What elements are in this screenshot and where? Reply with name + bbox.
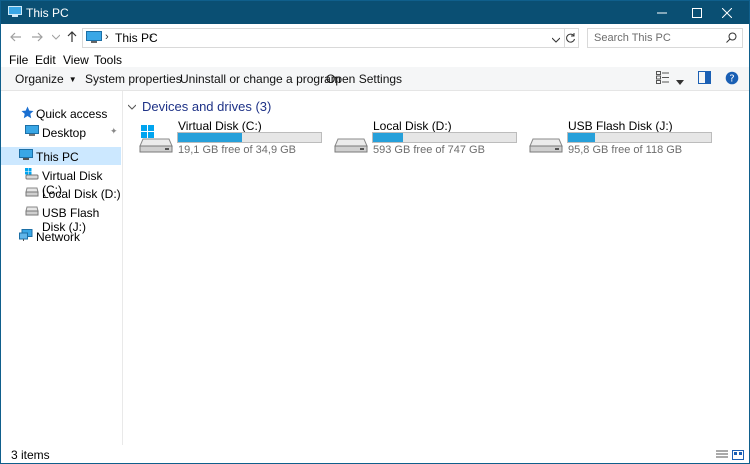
close-button[interactable] — [704, 1, 749, 24]
sidebar-item-network[interactable]: Network — [1, 227, 121, 245]
this-pc-icon — [86, 31, 102, 47]
sidebar-item-desktop[interactable]: Desktop ✦ — [1, 123, 121, 141]
sidebar-item-label: Desktop — [42, 126, 87, 140]
large-icons-view-icon[interactable] — [732, 449, 744, 463]
menu-file[interactable]: File — [9, 53, 28, 67]
window-title: This PC — [26, 6, 69, 20]
breadcrumb-separator-icon[interactable]: › — [105, 31, 109, 43]
svg-text:?: ? — [729, 74, 734, 85]
back-button[interactable] — [8, 29, 24, 45]
navigation-pane: Quick access Desktop ✦ This PC Virtual D… — [1, 91, 123, 445]
item-count: 3 items — [11, 448, 50, 462]
organize-button[interactable]: Organize ▼ — [15, 72, 77, 86]
drive-usage-bar — [567, 132, 712, 143]
search-placeholder: Search This PC — [594, 32, 671, 44]
drive-usage-fill — [373, 133, 404, 142]
caret-down-icon: ▼ — [68, 75, 77, 85]
menu-bar: File Edit View Tools — [1, 51, 749, 67]
forward-button[interactable] — [29, 29, 45, 45]
drive-free-space: 593 GB free of 747 GB — [373, 144, 485, 156]
view-dropdown-icon[interactable] — [676, 75, 684, 89]
title-bar[interactable]: This PC — [1, 1, 749, 24]
change-view-icon[interactable] — [656, 71, 670, 87]
drive-tile-local-disk[interactable]: Local Disk (D:) 593 GB free of 747 GB — [330, 119, 520, 156]
sidebar-item-quick-access[interactable]: Quick access — [1, 104, 121, 122]
drive-tile-virtual-disk[interactable]: Virtual Disk (C:) 19,1 GB free of 34,9 G… — [135, 119, 325, 156]
drive-icon — [25, 186, 39, 200]
sidebar-item-usb-flash-disk[interactable]: USB Flash Disk (J:) — [1, 203, 121, 234]
drive-usage-bar — [372, 132, 517, 143]
sidebar-item-label: This PC — [36, 150, 79, 164]
pin-icon[interactable]: ✦ — [110, 126, 118, 137]
breadcrumb-separator-icon[interactable]: › — [149, 31, 153, 43]
network-icon — [19, 229, 33, 244]
refresh-button[interactable] — [564, 28, 579, 48]
drive-free-space: 95,8 GB free of 118 GB — [568, 144, 683, 156]
explorer-window: This PC › This PC › Search This PC File … — [0, 0, 750, 464]
address-row: › This PC › Search This PC — [1, 25, 749, 51]
menu-view[interactable]: View — [63, 53, 89, 67]
open-settings-button[interactable]: Open Settings — [326, 72, 402, 86]
drive-icon — [529, 125, 563, 156]
this-pc-icon — [8, 6, 22, 21]
drive-tile-usb-flash-disk[interactable]: USB Flash Disk (J:) 95,8 GB free of 118 … — [525, 119, 715, 156]
sidebar-item-virtual-disk[interactable]: Virtual Disk (C:) — [1, 166, 121, 197]
chevron-down-icon[interactable] — [127, 102, 137, 112]
windows-drive-icon — [139, 125, 173, 156]
system-properties-button[interactable]: System properties — [85, 72, 182, 86]
drive-name: Local Disk (D:) — [373, 119, 452, 133]
star-icon — [21, 106, 34, 122]
windows-drive-icon — [25, 168, 39, 183]
sidebar-item-label: Quick access — [36, 107, 108, 121]
drive-icon — [25, 205, 39, 219]
sidebar-item-local-disk[interactable]: Local Disk (D:) — [1, 184, 121, 202]
command-bar: Organize ▼ System properties Uninstall or… — [1, 67, 749, 91]
drive-name: Virtual Disk (C:) — [178, 119, 262, 133]
menu-edit[interactable]: Edit — [35, 53, 56, 67]
help-icon[interactable]: ? — [725, 71, 739, 88]
preview-pane-icon[interactable] — [698, 71, 711, 87]
desktop-icon — [25, 125, 39, 140]
sidebar-item-label: Local Disk (D:) — [42, 187, 121, 201]
drive-usage-fill — [178, 133, 243, 142]
address-dropdown-icon[interactable] — [551, 32, 561, 46]
organize-label: Organize — [15, 72, 64, 86]
group-header[interactable]: Devices and drives (3) — [127, 99, 272, 114]
address-bar[interactable]: › This PC › — [82, 28, 565, 48]
content-area: Devices and drives (3) Virtual Disk (C:)… — [123, 91, 749, 445]
status-bar: 3 items — [1, 446, 749, 463]
search-box[interactable]: Search This PC — [587, 28, 743, 48]
up-button[interactable] — [64, 29, 80, 45]
drive-usage-fill — [568, 133, 596, 142]
drive-free-space: 19,1 GB free of 34,9 GB — [178, 144, 297, 156]
menu-tools[interactable]: Tools — [94, 53, 122, 67]
drive-name: USB Flash Disk (J:) — [568, 119, 673, 133]
sidebar-item-label: Network — [36, 230, 81, 244]
drive-usage-bar — [177, 132, 322, 143]
group-title: Devices and drives (3) — [142, 99, 272, 114]
sidebar-item-this-pc[interactable]: This PC — [1, 147, 121, 165]
drive-icon — [334, 125, 368, 156]
this-pc-icon — [19, 149, 33, 164]
details-view-icon[interactable] — [716, 449, 728, 463]
recent-locations-button[interactable] — [48, 29, 64, 45]
uninstall-program-button[interactable]: Uninstall or change a program — [180, 72, 341, 86]
search-icon[interactable] — [726, 32, 737, 46]
